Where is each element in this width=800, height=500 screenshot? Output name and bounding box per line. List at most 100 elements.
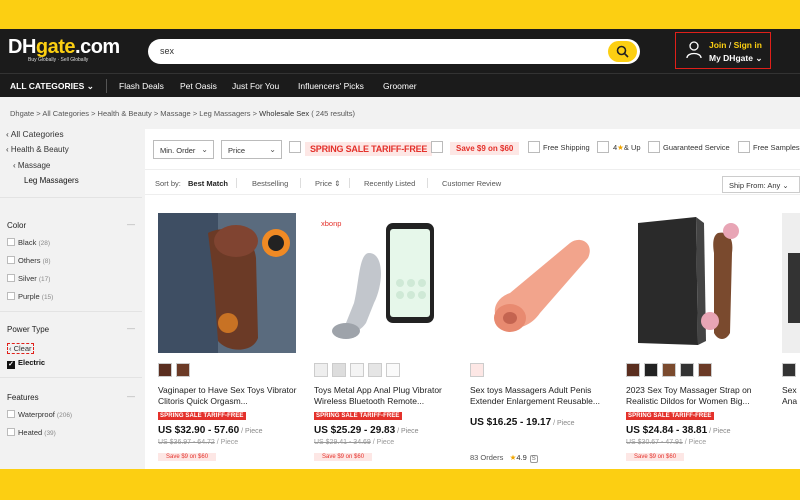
product-card[interactable]: xbonp Toys Metal App Anal Plug Vibrator … — [311, 213, 453, 473]
product-title[interactable]: Toys Metal App Anal Plug Vibrator Wirele… — [314, 385, 454, 407]
product-card[interactable]: Sex toys Massagers Adult Penis Extender … — [467, 213, 609, 473]
feature-option-heated[interactable]: Heated (39) — [7, 428, 56, 437]
product-card[interactable]: 2023 Sex Toy Massager Strap on Realistic… — [623, 213, 765, 473]
ship-from-select[interactable]: Ship From: Any ⌄ — [722, 176, 800, 193]
breadcrumb-path[interactable]: Dhgate > All Categories > Health & Beaut… — [10, 109, 259, 118]
variant-swatches[interactable] — [158, 363, 194, 377]
dhgate-logo[interactable]: DHgate.com Buy Globally · Sell Globally — [8, 36, 120, 63]
tariff-free-badge: SPRING SALE TARIFF-FREE — [626, 412, 714, 420]
sort-divider — [349, 178, 350, 188]
original-price: US $29.41 - 34.69 / Piece — [314, 439, 395, 446]
nav-influencers-picks[interactable]: Influencers' Picks — [298, 81, 364, 91]
variant-swatches[interactable] — [782, 363, 800, 377]
chevron-down-icon: ⌄ — [86, 81, 94, 91]
spring-sale-tariff-free-tag[interactable]: SPRING SALE TARIFF-FREE — [305, 142, 433, 156]
product-image[interactable] — [158, 213, 296, 353]
top-frame — [0, 0, 800, 29]
free-shipping-checkbox[interactable] — [528, 141, 540, 153]
chevron-down-icon: ⌄ — [269, 145, 276, 154]
divider — [0, 197, 142, 198]
collapse-icon[interactable]: — — [127, 220, 135, 229]
product-image[interactable] — [470, 213, 608, 353]
product-title[interactable]: Sex toys Massagers Adult Penis Extender … — [470, 385, 610, 407]
color-option-silver[interactable]: Silver (17) — [7, 274, 50, 283]
sidebar-health-beauty[interactable]: ‹ Health & Beauty — [6, 145, 69, 154]
breadcrumb: Dhgate > All Categories > Health & Beaut… — [10, 109, 355, 118]
guaranteed-checkbox[interactable] — [648, 141, 660, 153]
save-9-checkbox[interactable] — [431, 141, 443, 153]
sidebar-massage[interactable]: ‹ Massage — [13, 161, 50, 170]
all-categories-menu[interactable]: ALL CATEGORIES ⌄ — [10, 81, 94, 92]
chevron-down-icon: ⌄ — [782, 181, 789, 190]
variant-swatches[interactable] — [470, 363, 488, 377]
product-price: US $32.90 - 57.60 / Piece — [158, 425, 263, 436]
collapse-icon[interactable]: — — [127, 392, 135, 401]
bottom-frame — [0, 469, 800, 500]
product-title[interactable]: Vaginaper to Have Sex Toys Vibrator Clit… — [158, 385, 298, 407]
user-icon — [686, 41, 702, 59]
save-9-on-60-tag[interactable]: Save $9 on $60 — [450, 142, 520, 155]
my-dhgate-link[interactable]: My DHgate ⌄ — [709, 53, 762, 64]
join-signin-link[interactable]: Join / Sign in — [709, 40, 762, 50]
price-select[interactable]: Price ⌄ — [221, 140, 282, 159]
brand-label: xbonp — [321, 219, 342, 228]
free-samples-label[interactable]: Free Samples — [753, 143, 800, 152]
min-order-select[interactable]: Min. Order ⌄ — [153, 140, 214, 159]
sort-customer-review[interactable]: Customer Review — [442, 179, 501, 188]
feature-option-waterproof[interactable]: Waterproof (206) — [7, 410, 72, 419]
nav-divider — [106, 79, 107, 93]
save-coupon-badge: Save $9 on $60 — [158, 453, 217, 461]
search-input[interactable]: sex — [160, 46, 174, 56]
sort-by-label: Sort by: — [155, 179, 181, 188]
sort-recently-listed[interactable]: Recently Listed — [364, 179, 415, 188]
guaranteed-service-label[interactable]: Guaranteed Service — [663, 143, 730, 152]
divider — [0, 311, 142, 312]
divider — [0, 377, 142, 378]
sort-divider — [427, 178, 428, 188]
sort-divider — [300, 178, 301, 188]
power-type-title: Power Type — [7, 325, 50, 334]
four-up-label[interactable]: 4★& Up — [613, 143, 641, 152]
nav-groomer[interactable]: Groomer — [383, 81, 417, 91]
color-filter-title: Color — [7, 221, 27, 230]
product-price: US $16.25 - 19.17 / Piece — [470, 417, 575, 428]
product-image[interactable] — [314, 213, 452, 353]
filter-sidebar: ‹ All Categories ‹ Health & Beauty ‹ Mas… — [0, 125, 142, 469]
product-title[interactable]: Sex Ana — [782, 385, 800, 407]
sort-best-match[interactable]: Best Match — [188, 179, 228, 188]
tariff-free-badge: SPRING SALE TARIFF-FREE — [158, 412, 246, 420]
product-image[interactable] — [782, 213, 800, 353]
product-price: US $25.29 - 29.83 / Piece — [314, 425, 419, 436]
power-option-electric[interactable]: ✓ Electric — [7, 358, 45, 369]
product-image[interactable] — [626, 213, 764, 353]
breadcrumb-current: Wholesale Sex — [259, 109, 310, 118]
nav-flash-deals[interactable]: Flash Deals — [119, 81, 164, 91]
nav-just-for-you[interactable]: Just For You — [232, 81, 279, 91]
save-coupon-badge: Save $9 on $60 — [626, 453, 685, 461]
variant-swatches[interactable] — [626, 363, 716, 377]
clear-filter-link[interactable]: ‹ Clear — [7, 343, 34, 354]
free-shipping-label[interactable]: Free Shipping — [543, 143, 590, 152]
color-option-purple[interactable]: Purple (15) — [7, 292, 53, 301]
product-card[interactable]: Vaginaper to Have Sex Toys Vibrator Clit… — [155, 213, 297, 473]
category-nav: ALL CATEGORIES ⌄ Flash Deals Pet Oasis J… — [0, 73, 800, 97]
product-card[interactable]: Sex Ana — [779, 213, 800, 473]
account-menu[interactable]: Join / Sign in My DHgate ⌄ — [675, 32, 771, 69]
chevron-down-icon: ⌄ — [755, 53, 763, 63]
free-samples-checkbox[interactable] — [738, 141, 750, 153]
result-count: ( 245 results) — [309, 109, 355, 118]
sidebar-all-categories[interactable]: ‹ All Categories — [6, 129, 64, 139]
product-title[interactable]: 2023 Sex Toy Massager Strap on Realistic… — [626, 385, 766, 407]
tariff-free-checkbox[interactable] — [289, 141, 301, 153]
sort-price[interactable]: Price ⇕ — [315, 179, 340, 188]
results-page: Dhgate > All Categories > Health & Beaut… — [0, 97, 800, 469]
search-button[interactable] — [608, 41, 637, 62]
sort-bestselling[interactable]: Bestselling — [252, 179, 288, 188]
collapse-icon[interactable]: — — [127, 324, 135, 333]
nav-pet-oasis[interactable]: Pet Oasis — [180, 81, 217, 91]
color-option-others[interactable]: Others (8) — [7, 256, 51, 265]
color-option-black[interactable]: Black (28) — [7, 238, 50, 247]
four-up-checkbox[interactable] — [597, 141, 609, 153]
original-price: US $36.97 - 64.72 / Piece — [158, 439, 239, 446]
variant-swatches[interactable] — [314, 363, 404, 377]
